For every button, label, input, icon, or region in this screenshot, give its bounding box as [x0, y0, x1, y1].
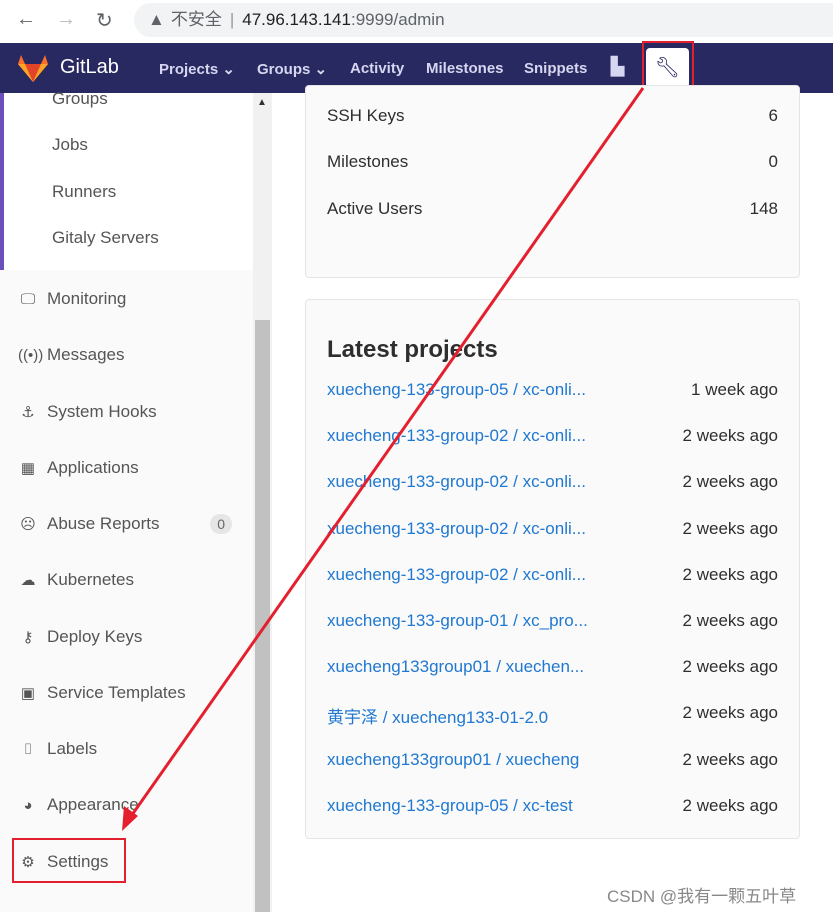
annotation-arrow [122, 87, 645, 831]
